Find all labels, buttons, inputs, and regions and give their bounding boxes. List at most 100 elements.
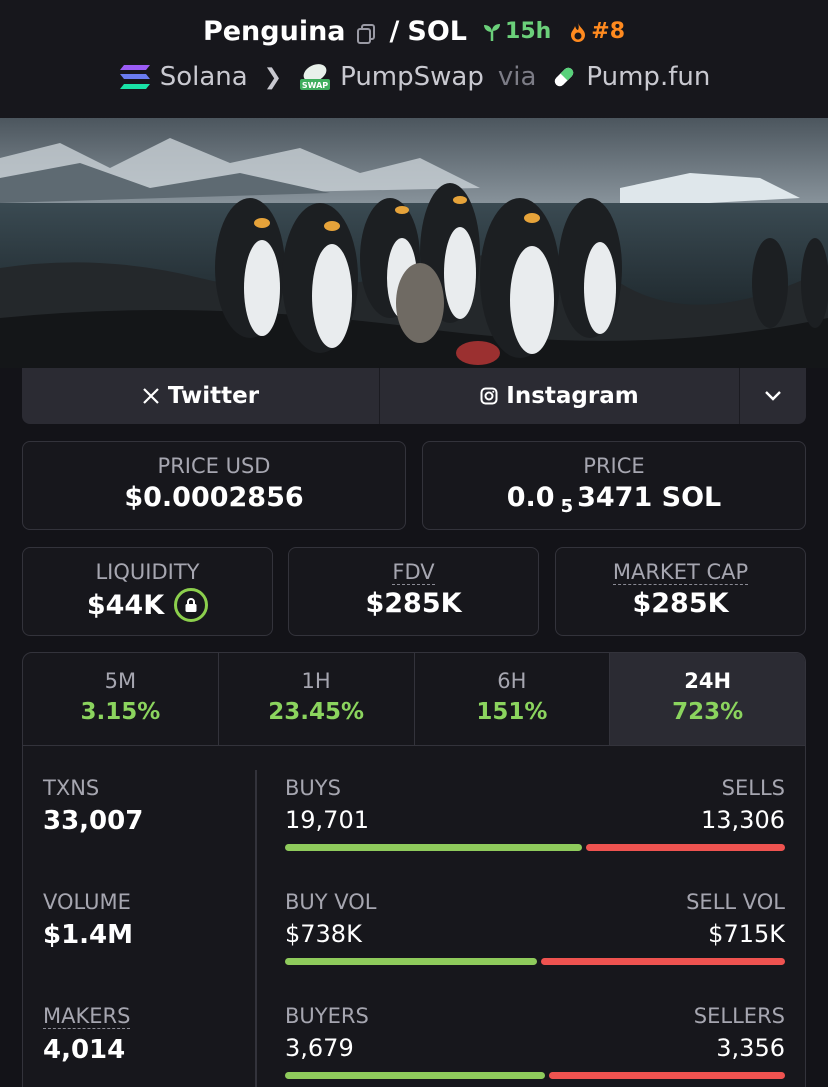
dex-name[interactable]: PumpSwap — [340, 62, 484, 92]
price-usd-card: PRICE USD $0.0002856 — [22, 441, 406, 530]
tab-change: 723% — [672, 699, 744, 725]
buy-vol-label: BUY VOL — [285, 890, 377, 914]
copy-icon[interactable] — [356, 21, 378, 44]
price-native-label: PRICE — [583, 454, 645, 478]
flame-icon — [571, 22, 586, 42]
buy-fill — [285, 958, 537, 965]
sell-fill — [585, 844, 785, 851]
buyers-value: 3,679 — [285, 1034, 354, 1062]
makers-label[interactable]: MAKERS — [43, 1004, 131, 1029]
activity-panel: TXNS 33,007 VOLUME $1.4M MAKERS 4,014 BU… — [22, 746, 806, 1087]
txns-label: TXNS — [43, 776, 100, 800]
liquidity-card: LIQUIDITY $44K — [22, 547, 273, 636]
sells-label: SELLS — [721, 776, 785, 800]
instagram-button[interactable]: Instagram — [380, 368, 740, 424]
pair-header: Penguina / SOL 15h #8 Solana ❯ SWAP Pump… — [0, 0, 828, 118]
trending-rank[interactable]: #8 — [567, 19, 625, 44]
svg-text:SWAP: SWAP — [302, 81, 328, 90]
volume-split: BUY VOL SELL VOL $738K $715K — [285, 890, 785, 965]
solana-icon — [119, 65, 150, 89]
fdv-label[interactable]: FDV — [392, 560, 435, 585]
chevron-right-icon: ❯ — [263, 64, 283, 90]
volume-value: $1.4M — [43, 920, 134, 950]
more-links-button[interactable] — [740, 368, 806, 424]
sells-value: 13,306 — [701, 806, 785, 834]
volume-metric: VOLUME $1.4M — [43, 890, 133, 950]
pair-age: 15h — [481, 19, 551, 44]
social-links-bar: Twitter Instagram — [22, 368, 806, 424]
fdv-value: $285K — [365, 588, 462, 619]
buyers-label: BUYERS — [285, 1004, 369, 1028]
instagram-icon — [480, 387, 498, 405]
twitter-button[interactable]: Twitter — [22, 368, 380, 424]
price-usd-value: $0.0002856 — [124, 482, 304, 513]
price-native-value: 0.0 5 3471 SOL — [423, 482, 805, 517]
liquidity-value-row: $44K — [23, 588, 272, 622]
via-label: via — [497, 62, 537, 92]
twitter-label: Twitter — [167, 383, 260, 409]
tab-change: 151% — [476, 699, 548, 725]
buys-label: BUYS — [285, 776, 341, 800]
sell-vol-label: SELL VOL — [686, 890, 785, 914]
tab-label: 6H — [497, 669, 527, 693]
age-value: 15h — [505, 19, 552, 44]
makers-metric: MAKERS 4,014 — [43, 1004, 131, 1065]
sell-fill — [548, 1072, 785, 1079]
buyers-sellers-split: BUYERS SELLERS 3,679 3,356 — [285, 1004, 785, 1079]
timeframe-tabs: 5M 3.15% 1H 23.45% 6H 151% 24H 723% — [22, 652, 806, 746]
tab-5m[interactable]: 5M 3.15% — [23, 653, 219, 745]
sell-vol-value: $715K — [708, 920, 785, 948]
chain-name[interactable]: Solana — [160, 62, 248, 92]
tab-6h[interactable]: 6H 151% — [415, 653, 611, 745]
price-native-card: PRICE 0.0 5 3471 SOL — [422, 441, 806, 530]
tab-label: 24H — [684, 669, 732, 693]
divider — [255, 770, 257, 1087]
volume-label: VOLUME — [43, 890, 131, 914]
price-native-prefix: 0.0 — [506, 482, 555, 513]
pair-separator: / — [389, 16, 400, 47]
fdv-card: FDV $285K — [288, 547, 539, 636]
sell-fill — [541, 958, 785, 965]
liquidity-value: $44K — [86, 589, 165, 621]
breadcrumb: Solana ❯ SWAP PumpSwap via Pump.fun — [0, 62, 828, 92]
market-cap-card: MARKET CAP $285K — [555, 547, 806, 636]
buyers-sellers-bar — [285, 1072, 785, 1079]
liquidity-label: LIQUIDITY — [95, 560, 200, 584]
buys-sells-split: BUYS SELLS 19,701 13,306 — [285, 776, 785, 851]
launchpad-name[interactable]: Pump.fun — [586, 62, 710, 92]
tab-label: 1H — [301, 669, 331, 693]
lock-icon[interactable] — [174, 588, 209, 622]
buy-vol-value: $738K — [285, 920, 362, 948]
tab-1h[interactable]: 1H 23.45% — [219, 653, 415, 745]
buys-sells-bar — [285, 844, 785, 851]
pumpswap-icon: SWAP — [300, 64, 331, 90]
quote-token: SOL — [407, 16, 468, 47]
price-native-zeros: 5 — [560, 496, 574, 517]
tab-24h[interactable]: 24H 723% — [610, 653, 805, 745]
pair-title: Penguina / SOL 15h #8 — [0, 16, 828, 47]
buy-fill — [285, 1072, 545, 1079]
tab-change: 3.15% — [80, 699, 161, 725]
volume-bar — [285, 958, 785, 965]
market-cap-value: $285K — [632, 588, 729, 619]
token-name: Penguina — [202, 16, 346, 47]
tab-label: 5M — [104, 669, 137, 693]
buy-fill — [285, 844, 582, 851]
txns-value: 33,007 — [43, 806, 144, 836]
txns-metric: TXNS 33,007 — [43, 776, 143, 836]
pill-icon — [555, 67, 574, 87]
instagram-label: Instagram — [506, 383, 639, 409]
price-usd-label: PRICE USD — [157, 454, 271, 478]
tab-change: 23.45% — [268, 699, 365, 725]
seedling-icon — [484, 23, 501, 41]
sellers-label: SELLERS — [693, 1004, 785, 1028]
sellers-value: 3,356 — [716, 1034, 785, 1062]
buys-value: 19,701 — [285, 806, 369, 834]
token-banner-image — [0, 118, 828, 368]
market-cap-label[interactable]: MARKET CAP — [612, 560, 749, 585]
price-native-rest: 3471 SOL — [577, 482, 722, 513]
x-logo-icon — [143, 388, 159, 404]
makers-value: 4,014 — [43, 1035, 126, 1065]
chevron-down-icon — [765, 391, 781, 401]
rank-value: #8 — [591, 19, 626, 44]
